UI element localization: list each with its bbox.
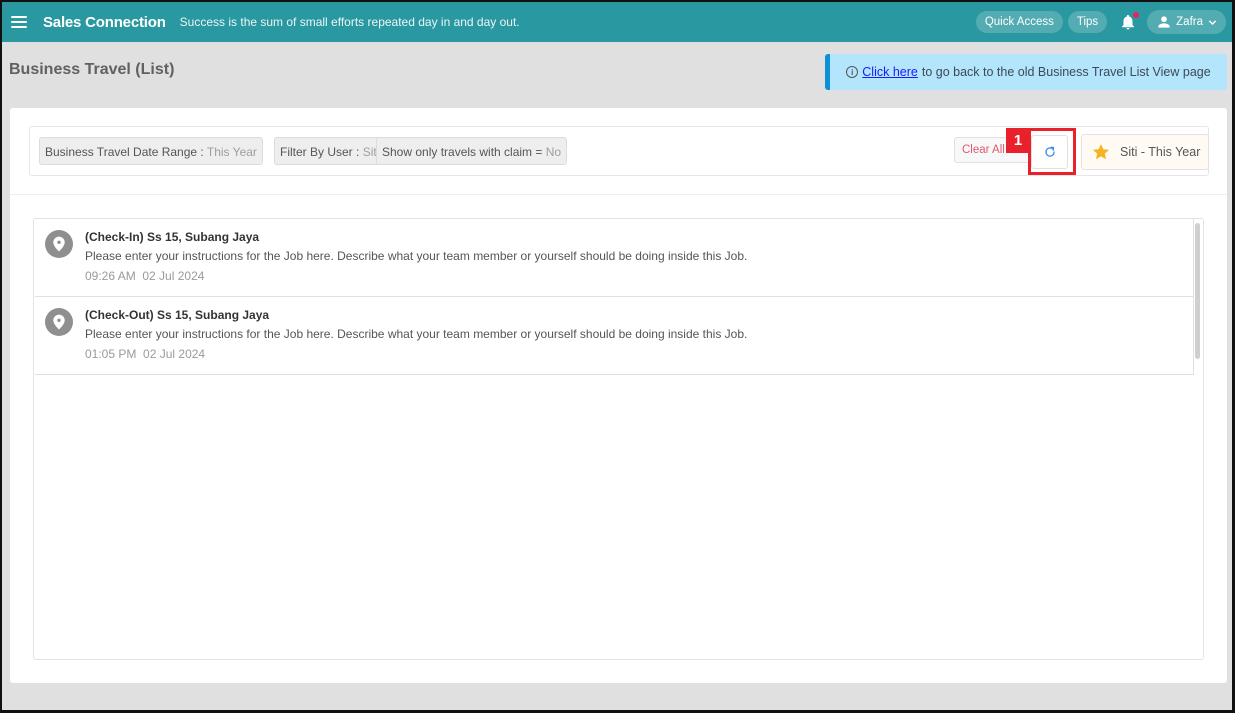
filter-chip-user[interactable]: Filter By User : Siti xyxy=(274,137,386,165)
tagline: Success is the sum of small efforts repe… xyxy=(179,15,520,29)
saved-filter-preset-button[interactable]: Siti - This Year xyxy=(1081,134,1209,170)
user-name: Zafra xyxy=(1176,16,1203,28)
brand-name[interactable]: Sales Connection xyxy=(43,14,166,31)
item-description: Please enter your instructions for the J… xyxy=(85,327,748,341)
item-title: (Check-Out) Ss 15, Subang Jaya xyxy=(85,308,270,322)
quick-access-button[interactable]: Quick Access xyxy=(975,11,1063,33)
travel-list: (Check-In) Ss 15, Subang Jaya Please ent… xyxy=(33,218,1204,660)
user-icon xyxy=(1158,16,1170,28)
app-window: Sales Connection Success is the sum of s… xyxy=(0,0,1235,713)
location-pin-icon xyxy=(45,308,73,336)
info-icon: i xyxy=(846,66,859,78)
preset-label: Siti - This Year xyxy=(1120,145,1201,159)
info-banner: i Click here to go back to the old Busin… xyxy=(825,54,1227,90)
hamburger-menu-icon[interactable] xyxy=(11,16,27,28)
list-item[interactable]: (Check-Out) Ss 15, Subang Jaya Please en… xyxy=(35,297,1194,375)
list-scrollbar[interactable] xyxy=(1195,223,1200,359)
notification-dot xyxy=(1133,12,1140,18)
star-icon xyxy=(1092,144,1110,160)
item-timestamp: 01:05 PM 02 Jul 2024 xyxy=(85,347,206,361)
annotation-step-badge: 1 xyxy=(1006,128,1030,153)
item-title: (Check-In) Ss 15, Subang Jaya xyxy=(85,230,260,244)
filter-chip-date-range[interactable]: Business Travel Date Range : This Year xyxy=(39,137,263,165)
old-view-link[interactable]: Click here xyxy=(862,65,918,79)
main-card: Business Travel Date Range : This Year F… xyxy=(10,108,1227,683)
page-title: Business Travel (List) xyxy=(9,61,175,78)
item-timestamp: 09:26 AM 02 Jul 2024 xyxy=(85,269,205,283)
notification-bell-icon[interactable] xyxy=(1119,12,1140,31)
filter-chip-claim[interactable]: Show only travels with claim = No xyxy=(376,137,568,165)
tips-button[interactable]: Tips xyxy=(1067,11,1108,33)
chevron-down-icon xyxy=(1208,19,1217,25)
location-pin-icon xyxy=(45,230,73,258)
list-item[interactable]: (Check-In) Ss 15, Subang Jaya Please ent… xyxy=(35,219,1194,297)
refresh-button[interactable] xyxy=(1031,135,1068,169)
divider xyxy=(10,194,1227,195)
user-menu[interactable]: Zafra xyxy=(1147,10,1226,34)
item-description: Please enter your instructions for the J… xyxy=(85,249,748,263)
refresh-icon xyxy=(1044,146,1055,157)
top-navbar: Sales Connection Success is the sum of s… xyxy=(2,2,1232,42)
banner-text: to go back to the old Business Travel Li… xyxy=(921,65,1211,79)
